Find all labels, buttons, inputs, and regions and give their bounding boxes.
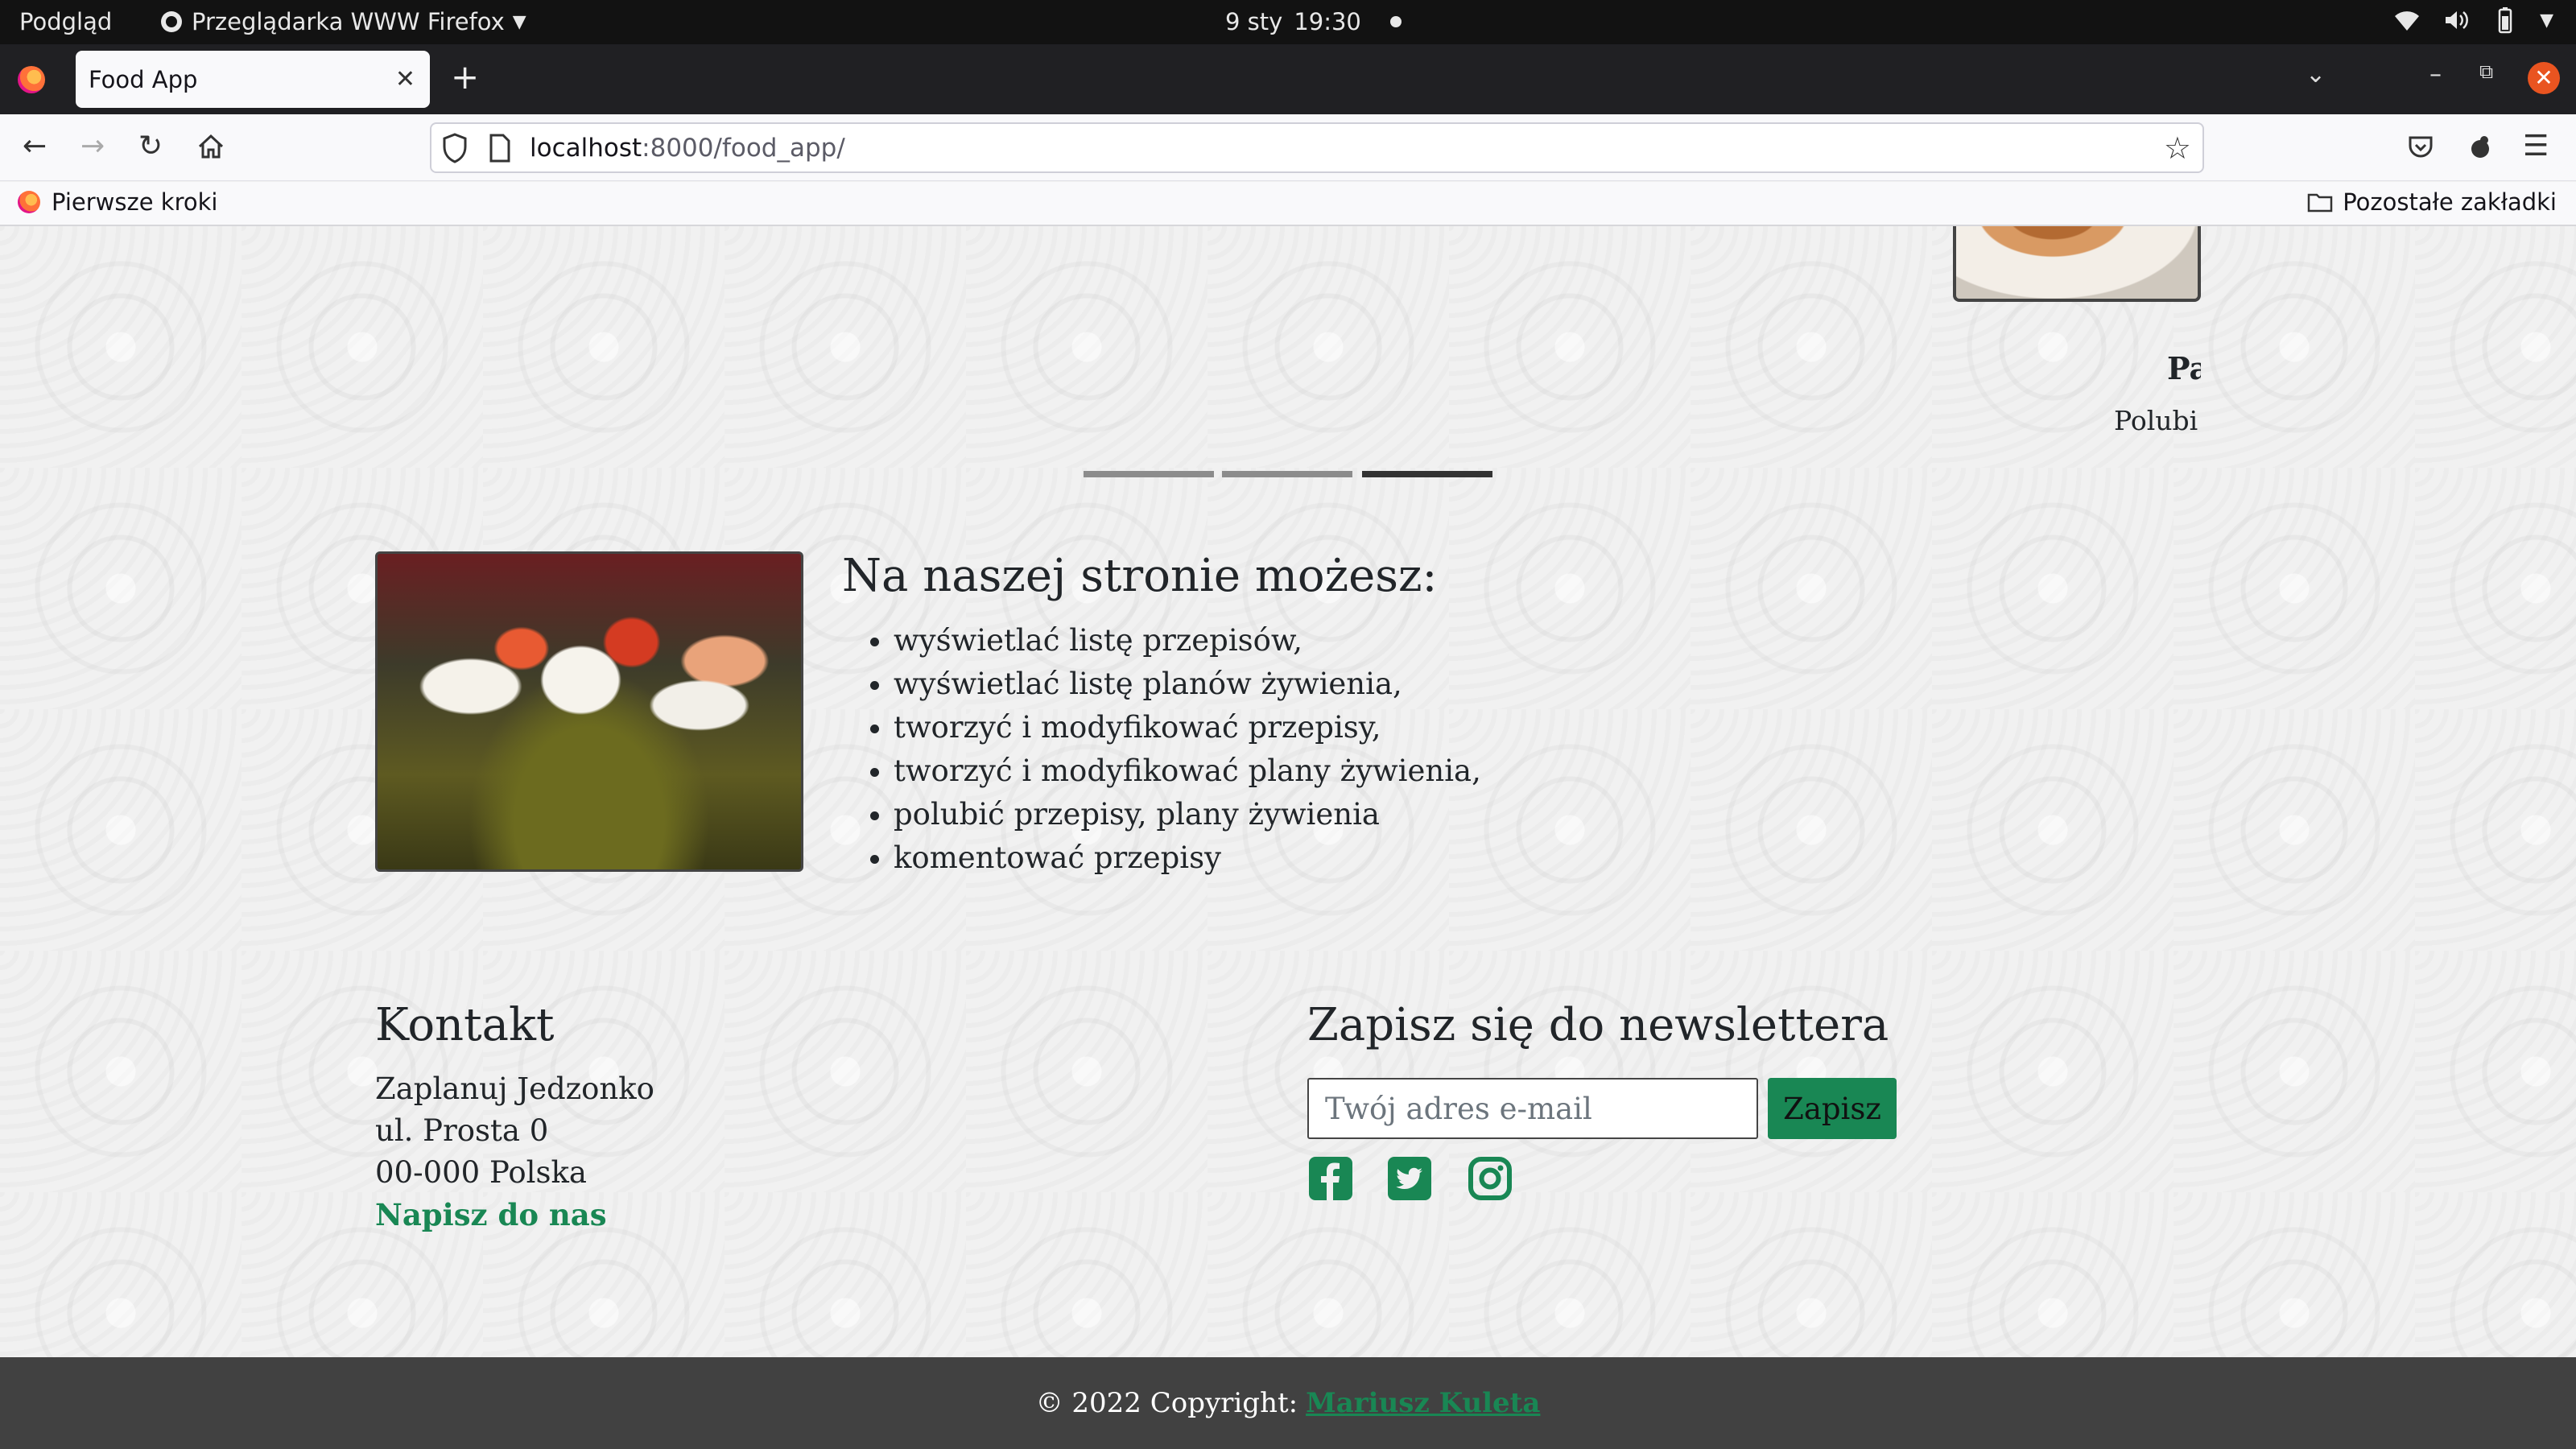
tab-food-app[interactable]: Food App ✕ (76, 51, 430, 108)
carousel-slide-image (1953, 226, 2201, 302)
newsletter-submit-button[interactable]: Zapisz (1768, 1078, 1897, 1139)
extensions-icon[interactable] (2467, 134, 2494, 161)
contact-company: Zaplanuj Jedzonko (375, 1071, 654, 1106)
contact-street: ul. Prosta 0 (375, 1113, 549, 1148)
minimize-button[interactable]: – (2429, 60, 2442, 89)
hamburger-menu-icon[interactable]: ☰ (2523, 129, 2549, 164)
os-top-bar: Podgląd Przeglądarka WWW Firefox ▼ 9 sty… (0, 0, 2576, 44)
contact-city: 00-000 Polska (375, 1155, 587, 1190)
firefox-bookmark-icon (18, 191, 40, 213)
new-tab-button[interactable]: + (451, 60, 479, 94)
footer-copyright: © 2022 Copyright: (1035, 1387, 1298, 1419)
bookmark-pierwsze-kroki[interactable]: Pierwsze kroki (18, 188, 217, 216)
contact-link[interactable]: Napisz do nas (375, 1197, 607, 1232)
carousel-slide-subtitle: Polubi (2114, 405, 2198, 436)
features-heading: Na naszej stronie możesz: (842, 550, 1438, 602)
url-text[interactable]: localhost:8000/food_app/ (530, 134, 845, 163)
app-menu-label: Przeglądarka WWW Firefox (192, 8, 505, 35)
bookmark-other-label: Pozostałe zakładki (2343, 188, 2557, 216)
battery-icon (2498, 7, 2512, 34)
volume-icon (2446, 11, 2469, 29)
list-item: polubić przepisy, plany żywienia (894, 793, 1481, 836)
clock-time: 19:30 (1294, 8, 1361, 35)
reload-icon[interactable]: ↻ (138, 129, 163, 164)
facebook-icon[interactable] (1307, 1155, 1354, 1202)
list-item: tworzyć i modyfikować przepisy, (894, 706, 1481, 749)
carousel-indicator-3[interactable] (1362, 471, 1492, 477)
instagram-icon[interactable] (1467, 1155, 1513, 1202)
clock[interactable]: 9 sty 19:30 (1225, 8, 1402, 35)
folder-icon (2307, 193, 2333, 213)
bookmark-label: Pierwsze kroki (52, 188, 218, 216)
twitter-icon[interactable] (1386, 1155, 1433, 1202)
chevron-down-icon: ▼ (512, 11, 526, 32)
list-item: komentować przepisy (894, 836, 1481, 880)
contact-heading: Kontakt (375, 999, 555, 1051)
newsletter-email-input[interactable] (1307, 1078, 1758, 1139)
restore-button[interactable]: ⧉ (2479, 60, 2493, 83)
forward-arrow-icon[interactable]: → (80, 129, 105, 164)
features-list: wyświetlać listę przepisów, wyświetlać l… (894, 619, 1481, 880)
url-path: :8000/food_app/ (642, 134, 845, 163)
bookmark-other-folder[interactable]: Pozostałe zakładki (2307, 188, 2557, 216)
pocket-icon[interactable] (2407, 134, 2434, 161)
carousel-slide-title: Pa (2167, 350, 2201, 386)
close-icon[interactable]: ✕ (395, 65, 415, 93)
tab-title: Food App (89, 65, 198, 93)
list-item: wyświetlać listę przepisów, (894, 619, 1481, 663)
footer-author-link[interactable]: Mariusz Kuleta (1306, 1387, 1540, 1419)
firefox-logo-icon (18, 66, 45, 93)
bookmarks-bar: Pierwsze kroki Pozostałe zakładki (0, 182, 2576, 226)
browser-nav-bar: ← → ↻ localhost:8000/food_app/ ☆ ☰ (0, 114, 2576, 181)
bookmark-star-icon[interactable]: ☆ (2164, 130, 2191, 166)
page-footer: © 2022 Copyright: Mariusz Kuleta (0, 1357, 2576, 1449)
list-tabs-chevron-icon[interactable]: ⌄ (2306, 60, 2326, 89)
wifi-icon (2395, 11, 2420, 31)
firefox-app-icon (161, 11, 182, 32)
carousel-indicator-2[interactable] (1222, 471, 1352, 477)
url-bar[interactable]: localhost:8000/food_app/ ☆ (430, 122, 2204, 173)
list-item: tworzyć i modyfikować plany żywienia, (894, 749, 1481, 793)
newsletter-heading: Zapisz się do newslettera (1307, 999, 1889, 1051)
url-host: localhost (530, 134, 642, 163)
home-icon[interactable] (196, 132, 225, 161)
feature-food-image (375, 551, 803, 872)
notification-dot-icon (1389, 16, 1402, 27)
system-tray[interactable]: ▼ (2393, 6, 2553, 34)
carousel-indicator-1[interactable] (1084, 471, 1214, 477)
system-menu-chevron-icon: ▼ (2540, 10, 2553, 31)
activities-button[interactable]: Podgląd (19, 8, 112, 35)
shield-icon[interactable] (441, 132, 469, 164)
list-item: wyświetlać listę planów żywienia, (894, 663, 1481, 706)
page-info-icon[interactable] (488, 133, 512, 163)
back-arrow-icon[interactable]: ← (23, 129, 47, 164)
app-menu[interactable]: Przeglądarka WWW Firefox ▼ (159, 8, 526, 35)
window-close-button[interactable]: ✕ (2528, 62, 2560, 94)
browser-tab-strip: Food App ✕ + ⌄ – ⧉ ✕ (0, 44, 2576, 114)
page-content: Pa Polubi Na naszej stronie możesz: wyśw… (0, 226, 2576, 1449)
clock-date: 9 sty (1225, 8, 1283, 35)
